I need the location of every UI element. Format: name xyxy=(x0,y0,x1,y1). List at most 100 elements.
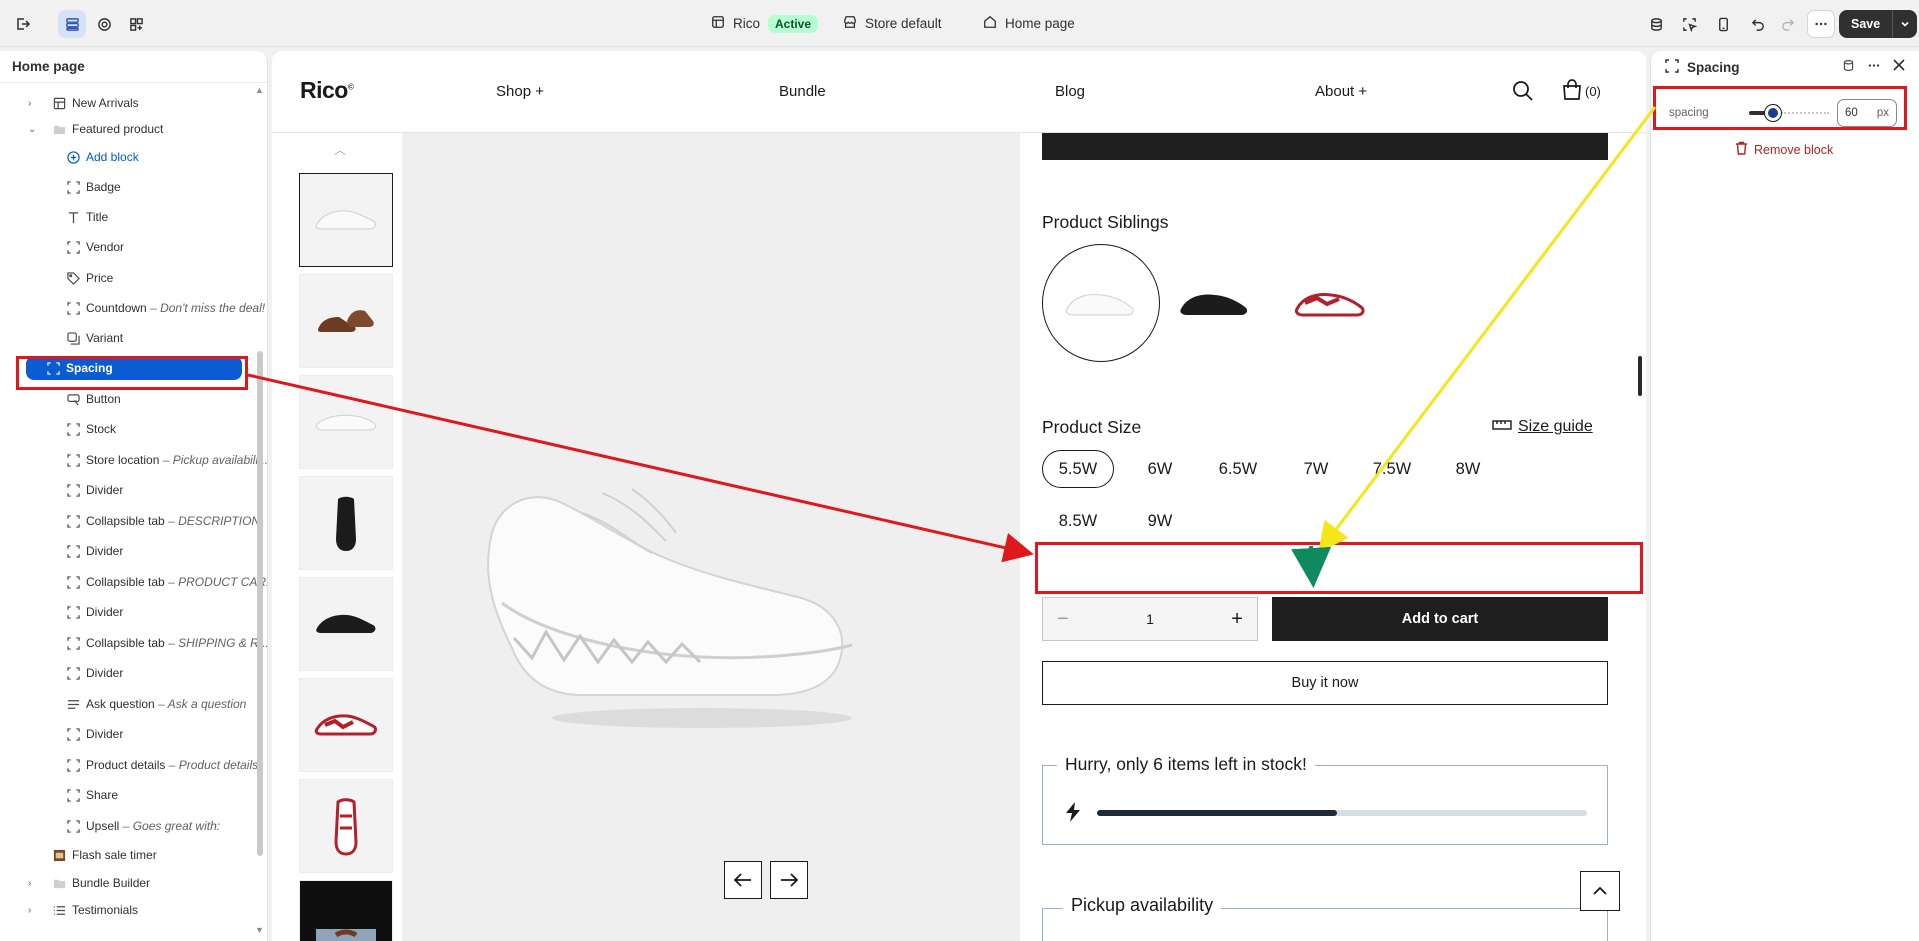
size-option[interactable]: 6.5W xyxy=(1202,450,1274,488)
sidebar-item-new-arrivals[interactable]: › New Arrivals xyxy=(28,91,139,115)
size-option[interactable]: 8.5W xyxy=(1042,502,1114,540)
sidebar-item-divider[interactable]: Divider xyxy=(66,722,123,746)
sidebar-item-label: Featured product xyxy=(72,122,164,136)
back-to-top-button[interactable] xyxy=(1580,871,1620,911)
stock-progress-fill xyxy=(1097,810,1338,816)
sidebar-item-label: Title xyxy=(86,210,109,224)
thumbs-up-icon[interactable]: ︿ xyxy=(334,141,346,158)
undo-icon[interactable] xyxy=(1744,10,1772,38)
block-icon xyxy=(66,544,80,558)
sidebar-item-vendor[interactable]: Vendor xyxy=(66,235,124,259)
sidebar-item-collapsible-tab[interactable]: Collapsible tab – SHIPPING & R... xyxy=(66,631,268,655)
sibling-swatch-black[interactable] xyxy=(1156,244,1274,362)
sidebar-item-button[interactable]: Button xyxy=(66,387,121,411)
sidebar-item-divider[interactable]: Divider xyxy=(66,661,123,685)
store-logo[interactable]: Rico© xyxy=(300,77,354,104)
search-icon[interactable] xyxy=(1512,80,1534,105)
next-image-button[interactable] xyxy=(770,861,808,899)
product-thumbnail[interactable] xyxy=(299,880,393,941)
sidebar-item-label: Button xyxy=(86,392,121,406)
sidebar-item-share[interactable]: Share xyxy=(66,783,118,807)
size-option[interactable]: 9W xyxy=(1130,502,1190,540)
remove-block-button[interactable]: Remove block xyxy=(1735,141,1833,158)
database-icon[interactable] xyxy=(1642,10,1670,38)
add-block-button[interactable]: Add block xyxy=(66,145,139,169)
sidebar-item-featured-product[interactable]: ⌄ Featured product xyxy=(28,117,164,141)
product-thumbnail[interactable] xyxy=(299,577,393,671)
sidebar-item-price[interactable]: Price xyxy=(66,266,113,290)
apps-icon[interactable] xyxy=(122,10,150,38)
product-thumbnail[interactable] xyxy=(299,678,393,772)
nav-shop[interactable]: Shop + xyxy=(496,83,544,100)
sidebar-item-divider[interactable]: Divider xyxy=(66,539,123,563)
scroll-up-icon[interactable]: ▲ xyxy=(255,85,264,95)
sidebar-item-upsell[interactable]: Upsell – Goes great with: xyxy=(66,814,220,838)
chevron-down-icon[interactable] xyxy=(1893,10,1917,38)
sidebar-item-collapsible-tab[interactable]: Collapsible tab – PRODUCT CARE xyxy=(66,570,267,594)
sidebar-item-variant[interactable]: Variant xyxy=(66,326,123,350)
plus-icon[interactable]: + xyxy=(1231,608,1243,631)
sidebar-item-countdown[interactable]: Countdown – Don't miss the deal! xyxy=(66,296,265,320)
chevron-right-icon[interactable]: › xyxy=(28,905,31,916)
sidebar-scrollbar[interactable] xyxy=(257,351,263,856)
more-options-icon[interactable] xyxy=(1807,10,1835,38)
size-option[interactable]: 7.5W xyxy=(1356,450,1428,488)
nav-blog[interactable]: Blog xyxy=(1055,83,1085,100)
theme-selector[interactable]: Rico Active xyxy=(711,0,819,47)
sibling-swatch-red[interactable] xyxy=(1272,244,1390,362)
redo-icon[interactable] xyxy=(1773,10,1801,38)
database-icon[interactable] xyxy=(1842,59,1855,75)
chevron-right-icon[interactable]: › xyxy=(28,98,31,109)
sibling-swatch-white[interactable] xyxy=(1042,244,1160,362)
sidebar-item-badge[interactable]: Badge xyxy=(66,175,121,199)
size-option[interactable]: 5.5W xyxy=(1042,450,1114,488)
page-selector[interactable]: Home page xyxy=(983,0,1075,47)
more-options-icon[interactable] xyxy=(1867,59,1881,75)
sections-icon[interactable] xyxy=(58,10,86,38)
sidebar-item-divider[interactable]: Divider xyxy=(66,478,123,502)
mobile-preview-icon[interactable] xyxy=(1709,10,1737,38)
minus-icon[interactable]: − xyxy=(1057,608,1069,631)
product-thumbnail[interactable] xyxy=(299,476,393,570)
size-guide-link[interactable]: Size guide xyxy=(1492,418,1593,436)
prev-image-button[interactable] xyxy=(724,861,762,899)
product-thumbnail[interactable] xyxy=(299,173,393,267)
theme-settings-icon[interactable] xyxy=(90,10,118,38)
sidebar-item-label: Divider xyxy=(86,483,124,497)
sidebar-item-testimonials[interactable]: › Testimonials xyxy=(28,898,138,922)
sidebar-item-bundle-builder[interactable]: › Bundle Builder xyxy=(28,871,150,895)
size-option[interactable]: 7W xyxy=(1286,450,1346,488)
lightning-icon xyxy=(1065,802,1081,825)
sidebar-item-label: New Arrivals xyxy=(72,96,139,110)
save-button[interactable]: Save xyxy=(1839,10,1894,38)
size-option[interactable]: 6W xyxy=(1130,450,1190,488)
sidebar-item-product-details[interactable]: Product details – Product details xyxy=(66,753,258,777)
chevron-down-icon[interactable]: ⌄ xyxy=(28,124,36,135)
product-thumbnail[interactable] xyxy=(299,779,393,873)
nav-about[interactable]: About + xyxy=(1315,83,1367,100)
cart-link[interactable]: (0) xyxy=(1562,79,1601,104)
chevron-right-icon[interactable]: › xyxy=(28,878,31,889)
scroll-down-icon[interactable]: ▼ xyxy=(255,925,264,935)
exit-icon[interactable] xyxy=(9,10,37,38)
buy-now-button[interactable]: Buy it now xyxy=(1042,661,1608,705)
inspector-icon[interactable] xyxy=(1675,10,1703,38)
product-thumbnail[interactable] xyxy=(299,375,393,469)
sidebar-item-stock[interactable]: Stock xyxy=(66,417,116,441)
product-main-image[interactable] xyxy=(402,133,1020,941)
sidebar-item-store-location[interactable]: Store location – Pickup availabili... xyxy=(66,448,267,472)
sidebar-item-flash-sale-timer[interactable]: Flash sale timer xyxy=(52,843,157,867)
sidebar-item-divider[interactable]: Divider xyxy=(66,600,123,624)
sidebar-item-ask-question[interactable]: Ask question – Ask a question xyxy=(66,692,246,716)
sidebar-item-sublabel: – SHIPPING & R... xyxy=(168,636,268,650)
quantity-value[interactable]: 1 xyxy=(1146,611,1154,627)
market-selector[interactable]: Store default xyxy=(843,0,942,47)
sidebar-item-collapsible-tab[interactable]: Collapsible tab – DESCRIPTION xyxy=(66,509,260,533)
close-icon[interactable] xyxy=(1893,59,1905,75)
nav-bundle[interactable]: Bundle xyxy=(779,83,826,100)
product-thumbnail[interactable] xyxy=(299,274,393,368)
sidebar-item-title[interactable]: Title xyxy=(66,205,108,229)
add-to-cart-button[interactable]: Add to cart xyxy=(1272,597,1608,641)
preview-scrollbar[interactable] xyxy=(1638,356,1642,396)
size-option[interactable]: 8W xyxy=(1438,450,1498,488)
